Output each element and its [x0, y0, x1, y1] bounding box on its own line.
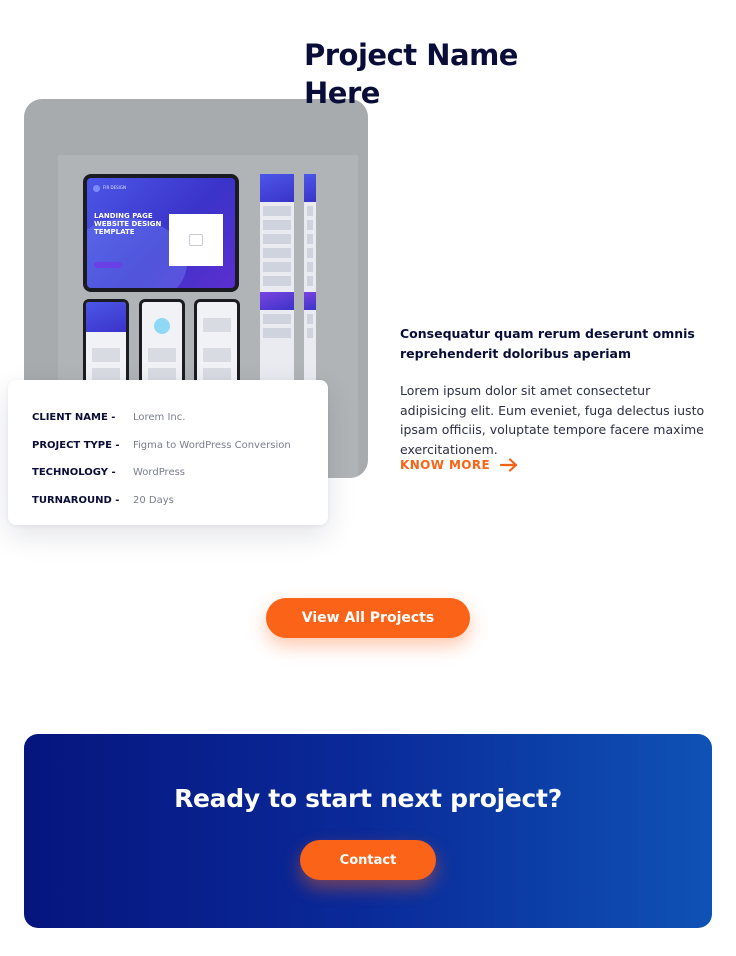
- detail-label: PROJECT TYPE -: [32, 439, 120, 451]
- view-all-projects-button[interactable]: View All Projects: [266, 598, 470, 638]
- detail-row-turnaround: TURNAROUND - 20 Days: [32, 487, 304, 515]
- detail-label: TURNAROUND -: [32, 494, 120, 506]
- know-more-label: KNOW MORE: [400, 458, 491, 472]
- cta-title: Ready to start next project?: [174, 784, 562, 813]
- detail-row-client: CLIENT NAME - Lorem Inc.: [32, 404, 304, 432]
- phone-mockup: [139, 299, 185, 391]
- phone-mockup: [194, 299, 240, 391]
- project-details-card: CLIENT NAME - Lorem Inc. PROJECT TYPE - …: [8, 380, 328, 525]
- cta-banner: Ready to start next project? Contact: [24, 734, 712, 928]
- tablet-mockup: FIR DESIGN LANDING PAGE WEBSITE DESIGN T…: [83, 174, 239, 292]
- detail-row-project-type: PROJECT TYPE - Figma to WordPress Conver…: [32, 432, 304, 460]
- tablet-headline: LANDING PAGE WEBSITE DESIGN TEMPLATE: [94, 212, 162, 236]
- image-placeholder-icon: [169, 214, 223, 266]
- contact-button[interactable]: Contact: [300, 840, 436, 880]
- tablet-brand: FIR DESIGN: [103, 185, 126, 190]
- arrow-right-icon: [500, 458, 518, 472]
- page-strip-mockup: [304, 174, 316, 384]
- detail-row-technology: TECHNOLOGY - WordPress: [32, 459, 304, 487]
- project-description: Lorem ipsum dolor sit amet consectetur a…: [400, 383, 705, 457]
- detail-label: CLIENT NAME -: [32, 412, 116, 424]
- detail-label: TECHNOLOGY -: [32, 467, 116, 479]
- project-subtitle: Consequatur quam rerum deserunt omnis re…: [400, 326, 695, 361]
- know-more-link[interactable]: KNOW MORE: [400, 458, 518, 472]
- project-title: Project Name Here: [304, 38, 518, 110]
- detail-value: Lorem Inc.: [133, 412, 186, 424]
- detail-value: Figma to WordPress Conversion: [133, 439, 291, 451]
- page-strip-mockup: [260, 174, 294, 384]
- detail-value: 20 Days: [133, 494, 174, 506]
- phone-mockup: [83, 299, 129, 391]
- detail-value: WordPress: [133, 467, 186, 479]
